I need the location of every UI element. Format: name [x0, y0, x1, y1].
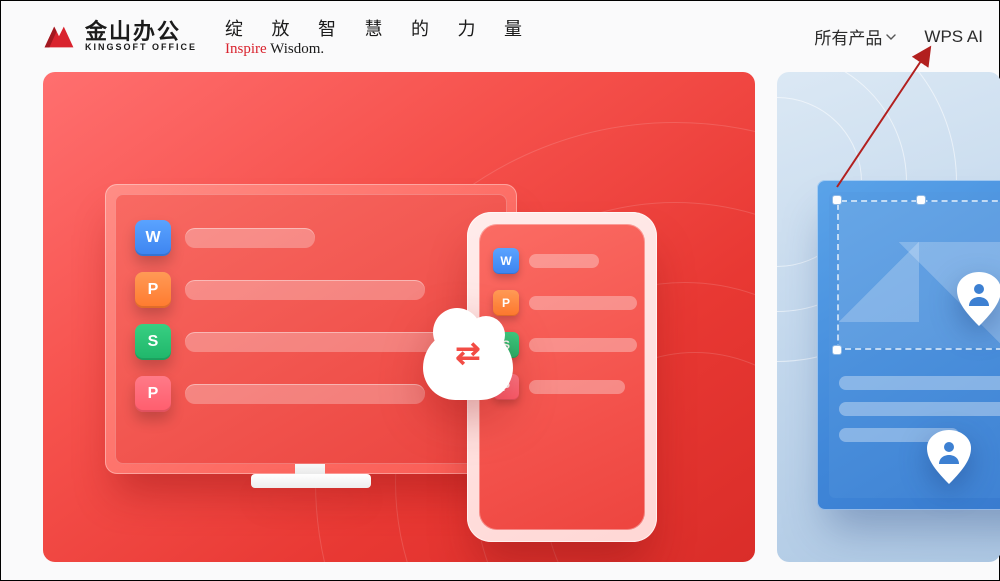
- tagline-en: Inspire Wisdom.: [225, 41, 534, 58]
- logo-text-cn: 金山办公: [85, 20, 197, 43]
- resize-handle: [833, 196, 841, 204]
- placeholder-bar: [839, 402, 1000, 416]
- card-collaboration[interactable]: [777, 72, 1000, 562]
- writer-tile-icon: W: [135, 220, 171, 256]
- placeholder-bar: [529, 296, 637, 310]
- logo-text-en: KINGSOFT OFFICE: [85, 43, 197, 52]
- doc-panel-illustration: [817, 180, 1000, 510]
- presentation-tile-icon: P: [493, 290, 519, 316]
- presentation-tile-icon: P: [135, 272, 171, 308]
- writer-tile-icon: W: [493, 248, 519, 274]
- tagline-inspire: Inspire: [225, 41, 267, 57]
- user-pin-icon: [957, 272, 1000, 326]
- sync-arrows-icon: ⇄: [423, 336, 513, 371]
- kingsoft-logo-icon: [43, 23, 75, 51]
- placeholder-bar: [529, 338, 637, 352]
- placeholder-bar: [185, 384, 425, 404]
- hero-cards: W P S P W P S: [1, 72, 999, 562]
- logo[interactable]: 金山办公 KINGSOFT OFFICE: [43, 20, 197, 53]
- pdf-tile-icon: P: [135, 376, 171, 412]
- placeholder-bar: [839, 376, 1000, 390]
- placeholder-bar: [529, 380, 625, 394]
- placeholder-bar: [185, 228, 315, 248]
- placeholder-bar: [185, 332, 445, 352]
- placeholder-bar: [529, 254, 599, 268]
- resize-handle: [917, 196, 925, 204]
- chevron-down-icon: [886, 32, 896, 42]
- resize-handle: [833, 346, 841, 354]
- page-header: 金山办公 KINGSOFT OFFICE 绽 放 智 慧 的 力 量 Inspi…: [1, 1, 999, 72]
- spreadsheet-tile-icon: S: [135, 324, 171, 360]
- nav-wps-ai-label: WPS AI: [924, 27, 983, 47]
- nav-all-products[interactable]: 所有产品: [814, 24, 896, 49]
- top-nav: 所有产品 WPS AI: [814, 24, 983, 49]
- tagline-wisdom: Wisdom.: [267, 41, 324, 57]
- user-pin-icon: [927, 430, 971, 484]
- tagline: 绽 放 智 慧 的 力 量 Inspire Wisdom.: [225, 15, 534, 58]
- brand-block: 金山办公 KINGSOFT OFFICE 绽 放 智 慧 的 力 量 Inspi…: [43, 15, 534, 58]
- cloud-sync-icon: ⇄: [423, 330, 513, 400]
- nav-all-products-label: 所有产品: [814, 24, 882, 49]
- card-wps-office[interactable]: W P S P W P S: [43, 72, 755, 562]
- placeholder-bar: [185, 280, 425, 300]
- monitor-stand: [251, 474, 371, 488]
- nav-wps-ai[interactable]: WPS AI: [924, 27, 983, 47]
- tagline-cn: 绽 放 智 慧 的 力 量: [225, 15, 534, 41]
- logo-text: 金山办公 KINGSOFT OFFICE: [85, 20, 197, 53]
